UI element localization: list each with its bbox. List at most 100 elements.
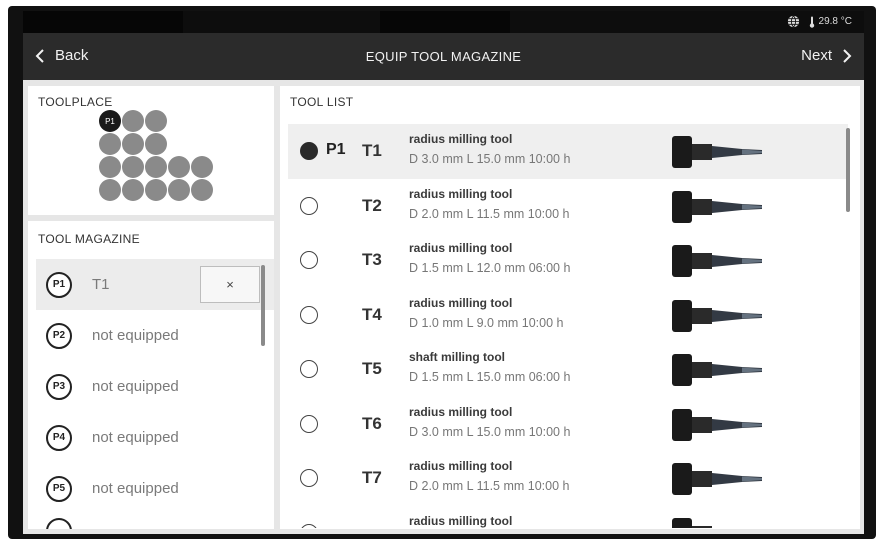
magazine-scrollbar[interactable]	[261, 265, 265, 346]
tool-list-scrollbar[interactable]	[846, 128, 850, 212]
tool-list-item[interactable]: radius milling tool	[288, 506, 848, 528]
toolplace-slot[interactable]	[145, 179, 167, 201]
tool-name: radius milling tool	[409, 186, 513, 201]
screen: 29.8 °C Back EQUIP TOOL MAGAZINE Next TO…	[23, 11, 864, 534]
globe-icon	[787, 15, 799, 28]
partial-list-item	[46, 518, 72, 529]
temperature-readout: 29.8 °C	[808, 16, 852, 28]
tool-spec: D 1.0 mm L 9.0 mm 10:00 h	[409, 315, 564, 330]
toolplace-slot[interactable]	[191, 179, 213, 201]
milling-tool-icon	[672, 136, 762, 168]
tool-spec: D 2.0 mm L 11.5 mm 10:00 h	[409, 479, 570, 493]
toolplace-slot[interactable]	[122, 110, 144, 132]
tool-magazine-title: TOOL MAGAZINE	[38, 232, 140, 246]
magazine-item-label: not equipped	[92, 480, 179, 497]
tool-select-radio[interactable]	[300, 523, 318, 528]
position-badge: P2	[46, 322, 72, 349]
milling-tool-icon	[672, 299, 762, 332]
magazine-item[interactable]: P3 not equipped	[36, 361, 274, 412]
tool-id: T4	[362, 304, 382, 324]
milling-tool-icon	[672, 408, 762, 441]
tool-list-panel: TOOL LIST P1 T1 radius milling tool D 3.0 m…	[280, 86, 860, 529]
magazine-item-label: not equipped	[92, 378, 179, 395]
position-badge: P5	[46, 475, 72, 502]
toolplace-grid: P1	[99, 110, 213, 202]
tool-spec: D 1.5 mm L 15.0 mm 06:00 h	[409, 370, 571, 384]
magazine-item[interactable]: P2 not equipped	[36, 310, 274, 361]
remove-tool-button[interactable]: ×	[200, 266, 260, 303]
toolplace-row	[99, 179, 213, 201]
tool-spec: D 2.0 mm L 11.5 mm 10:00 h	[409, 206, 570, 221]
toolplace-slot[interactable]	[145, 133, 167, 155]
chevron-right-icon	[843, 48, 852, 63]
tool-id: T5	[362, 359, 382, 378]
tool-select-radio[interactable]	[300, 414, 318, 433]
tool-image	[672, 407, 812, 448]
magazine-item[interactable]: P4 not equipped	[36, 412, 274, 463]
tool-select-radio[interactable]	[300, 196, 318, 215]
toolplace-slot[interactable]	[191, 156, 213, 178]
tool-select-radio[interactable]	[300, 469, 318, 487]
magazine-item[interactable]: P1 T1 ×	[36, 259, 274, 310]
toolplace-slot[interactable]	[145, 156, 167, 178]
status-bar: 29.8 °C	[23, 11, 864, 33]
status-right: 29.8 °C	[787, 15, 852, 28]
milling-tool-icon	[672, 245, 762, 277]
toolplace-row	[99, 156, 213, 178]
tool-image	[672, 461, 812, 502]
tool-magazine-list: P1 T1 × P2 not equipped P3 not equipped P4 not e…	[36, 259, 274, 514]
milling-tool-icon	[672, 354, 762, 386]
tool-list-item[interactable]: T7 radius milling tool D 2.0 mm L 11.5 mm …	[288, 451, 848, 506]
tool-list: P1 T1 radius milling tool D 3.0 mm L 15.0 m…	[288, 124, 848, 528]
tool-list-item[interactable]: T5 shaft milling tool D 1.5 mm L 15.0 mm 0…	[288, 342, 848, 397]
tool-select-radio[interactable]	[300, 142, 318, 160]
position-badge: P3	[46, 373, 72, 400]
tool-list-item[interactable]: T3 radius milling tool D 1.5 mm L 12.0 mm …	[288, 233, 848, 288]
toolplace-row	[99, 133, 213, 155]
toolplace-slot-active[interactable]: P1	[99, 110, 121, 132]
toolplace-slot[interactable]	[99, 179, 121, 201]
position-badge: P4	[46, 424, 72, 451]
tool-name: shaft milling tool	[409, 350, 505, 364]
tool-position: P1	[326, 141, 346, 158]
toolplace-slot[interactable]	[168, 179, 190, 201]
toolplace-slot[interactable]	[99, 133, 121, 155]
magazine-item-label: not equipped	[92, 327, 179, 344]
tool-select-radio[interactable]	[300, 251, 318, 269]
tool-list-title: TOOL LIST	[290, 95, 354, 109]
toolplace-slot[interactable]	[122, 179, 144, 201]
tool-select-radio[interactable]	[300, 305, 318, 324]
tool-name: radius milling tool	[409, 404, 513, 419]
tool-select-radio[interactable]	[300, 360, 318, 378]
magazine-item-label: T1	[92, 276, 110, 293]
tool-image	[672, 189, 812, 230]
toolplace-slot[interactable]	[122, 156, 144, 178]
toolplace-slot[interactable]	[168, 156, 190, 178]
toolplace-title: TOOLPLACE	[38, 95, 113, 109]
tool-name: radius milling tool	[409, 513, 513, 528]
tool-list-item[interactable]: P1 T1 radius milling tool D 3.0 mm L 15.0 m…	[288, 124, 848, 179]
top-nav: Back EQUIP TOOL MAGAZINE Next	[23, 33, 864, 80]
toolplace-slot[interactable]	[145, 110, 167, 132]
tool-id: T3	[362, 250, 382, 269]
thermometer-icon	[809, 16, 814, 28]
next-label: Next	[801, 47, 832, 64]
page-title: EQUIP TOOL MAGAZINE	[365, 49, 522, 64]
toolplace-slot[interactable]	[122, 133, 144, 155]
tool-list-item[interactable]: T4 radius milling tool D 1.0 mm L 9.0 mm 1…	[288, 288, 848, 343]
magazine-item[interactable]: P5 not equipped	[36, 463, 274, 514]
magazine-item-label: not equipped	[92, 429, 179, 446]
status-bar-block	[23, 11, 183, 33]
tool-name: radius milling tool	[409, 295, 513, 310]
tool-list-item[interactable]: T2 radius milling tool D 2.0 mm L 11.5 mm …	[288, 179, 848, 234]
next-button[interactable]: Next	[801, 47, 852, 64]
tool-image	[672, 134, 812, 175]
toolplace-slot[interactable]	[99, 156, 121, 178]
tool-image	[672, 352, 812, 393]
tool-id: T2	[362, 195, 382, 215]
tool-id: T6	[362, 413, 382, 433]
status-bar-block	[380, 11, 510, 33]
position-badge: P1	[46, 271, 72, 298]
tool-id: T1	[362, 141, 382, 160]
tool-list-item[interactable]: T6 radius milling tool D 3.0 mm L 15.0 mm …	[288, 397, 848, 452]
